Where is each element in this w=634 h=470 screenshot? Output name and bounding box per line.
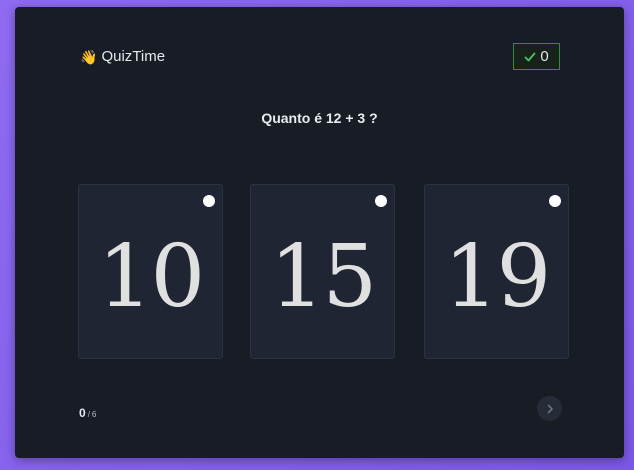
chevron-right-icon — [547, 404, 553, 413]
waving-hand-icon: 👋 — [80, 48, 98, 65]
answer-option[interactable]: 19 — [424, 184, 569, 359]
answer-option-label: 10 — [97, 226, 205, 327]
progress-current: 0 — [79, 406, 86, 420]
answer-option-label: 15 — [269, 226, 377, 327]
answer-option[interactable]: 10 — [78, 184, 223, 359]
app-name: QuizTime — [101, 48, 166, 65]
answer-option-label: 19 — [443, 226, 551, 327]
radio-button[interactable] — [203, 195, 215, 207]
app-brand: 👋 QuizTime — [80, 48, 165, 65]
quiz-card: 👋 QuizTime 0 Quanto é 12 + 3 ? 10 15 19 … — [15, 7, 624, 458]
radio-button[interactable] — [549, 195, 561, 207]
next-button[interactable] — [537, 396, 562, 421]
score-badge: 0 — [513, 43, 560, 70]
radio-button[interactable] — [375, 195, 387, 207]
question-progress: 0 / 6 — [79, 406, 96, 420]
score-value: 0 — [540, 48, 549, 65]
answer-option[interactable]: 15 — [250, 184, 395, 359]
question-text: Quanto é 12 + 3 ? — [261, 110, 378, 126]
progress-total: 6 — [91, 410, 97, 419]
check-icon — [524, 52, 536, 61]
progress-separator: / — [87, 410, 90, 419]
